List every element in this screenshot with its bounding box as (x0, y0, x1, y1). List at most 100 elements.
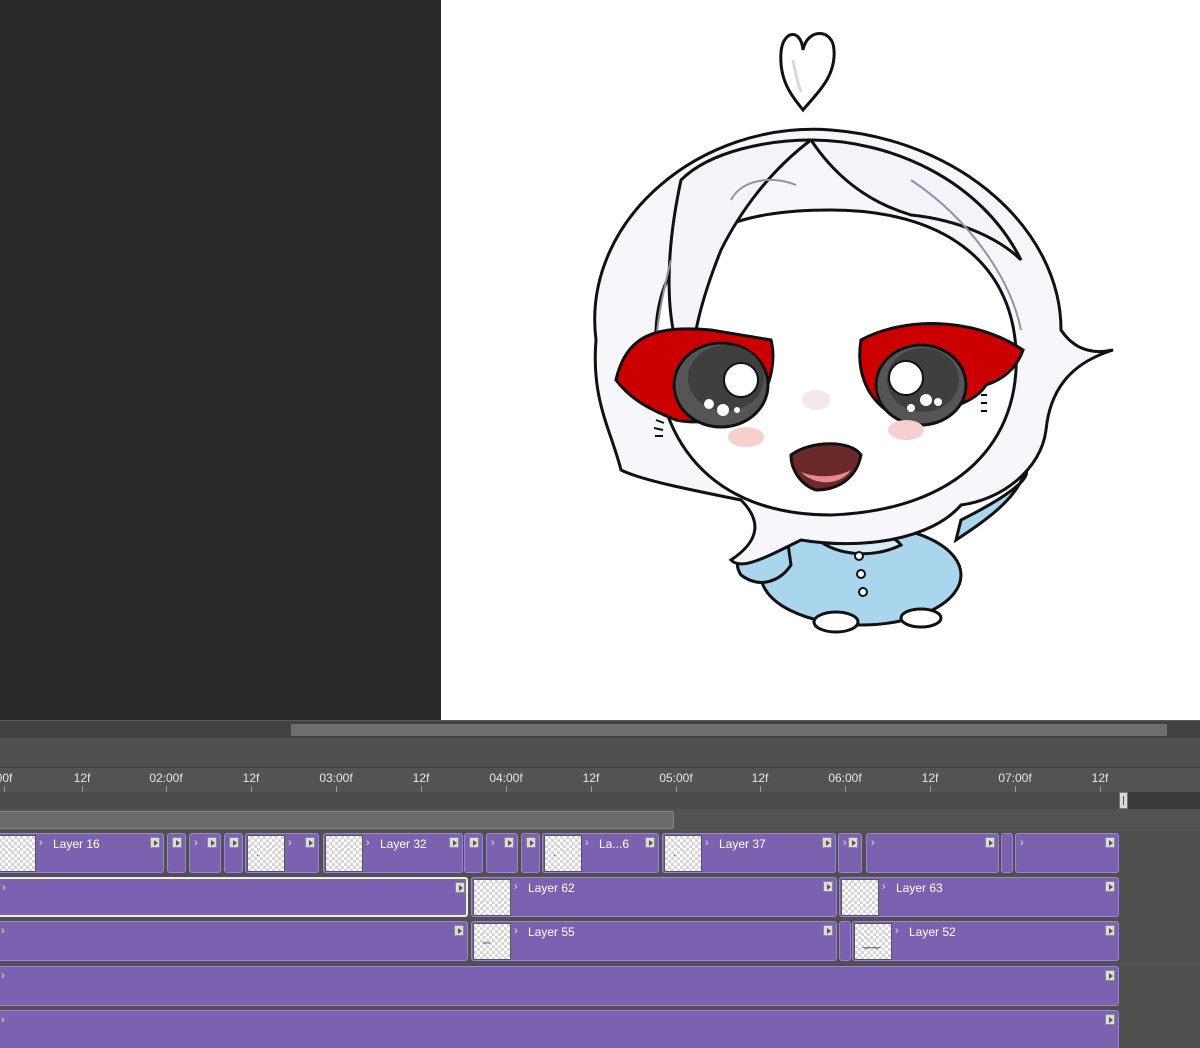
chevron-right-icon[interactable]: › (39, 837, 43, 849)
timeline-clip[interactable]: › (0, 1010, 1119, 1048)
clip-menu-icon[interactable] (822, 837, 832, 848)
chevron-right-icon[interactable]: › (288, 837, 292, 849)
timeline-clip[interactable]: · › Layer 37 (662, 833, 836, 873)
ruler-tick-label: 07:00f (998, 771, 1032, 785)
ruler-tick-label: 00f (0, 771, 13, 785)
ruler-tick-label: 12f (751, 771, 769, 785)
chevron-right-icon[interactable]: › (871, 837, 875, 849)
clip-menu-icon[interactable] (455, 882, 465, 893)
clip-menu-icon[interactable] (1105, 881, 1115, 892)
timeline-clip[interactable]: › (189, 833, 221, 873)
work-area (0, 809, 1200, 831)
clip-menu-icon[interactable] (526, 837, 536, 848)
chibi-character-artwork (593, 32, 1114, 634)
clip-menu-icon[interactable] (985, 837, 995, 848)
clip-thumbnail (841, 879, 879, 916)
photoshop-window: 00f 12f 02:00f 12f 03:00f 12f 04:00f 12f 05:00f 1… (0, 0, 1200, 1048)
document-canvas[interactable] (441, 0, 1200, 720)
timeline-clip[interactable]: › (838, 833, 862, 873)
ruler-tick-label: 12f (1091, 771, 1109, 785)
timeline-clip[interactable]: › (224, 833, 243, 873)
clip-menu-icon[interactable] (848, 837, 858, 848)
clip-thumbnail (473, 879, 511, 916)
chevron-right-icon[interactable]: › (895, 925, 899, 937)
timeline-clip[interactable]: › (521, 833, 540, 873)
clip-menu-icon[interactable] (1105, 1014, 1115, 1025)
chevron-right-icon[interactable]: › (2, 882, 6, 894)
timeline-clip[interactable]: › (0, 966, 1119, 1006)
heart-icon (779, 32, 836, 113)
clip-thumbnail (0, 835, 36, 872)
timeline-clip[interactable]: ‿ ‿ › Layer 52 (852, 921, 1119, 961)
ruler-tick-label: 05:00f (659, 771, 693, 785)
timeline-clip[interactable]: › (0, 921, 468, 961)
timeline-clip[interactable]: · › (245, 833, 319, 873)
clip-thumbnail: ‿ ‿ (854, 923, 892, 960)
clip-menu-icon[interactable] (1105, 925, 1115, 936)
clip-menu-icon[interactable] (1105, 837, 1115, 848)
clip-label: Layer 32 (380, 837, 427, 851)
timeline-clip[interactable]: › Layer 63 (839, 877, 1119, 917)
ruler-tick-label: 06:00f (828, 771, 862, 785)
timeline-clip[interactable]: › (167, 833, 186, 873)
clip-menu-icon[interactable] (1105, 970, 1115, 981)
clip-menu-icon[interactable] (150, 837, 160, 848)
scrollbar-thumb[interactable] (291, 724, 1167, 736)
chevron-right-icon[interactable]: › (1, 925, 5, 937)
clip-label: Layer 63 (896, 881, 943, 895)
clip-menu-icon[interactable] (504, 837, 514, 848)
clip-label: Layer 52 (909, 925, 956, 939)
chevron-right-icon[interactable]: › (366, 837, 370, 849)
timeline-clip[interactable]: › (0, 877, 468, 917)
chevron-right-icon[interactable]: › (843, 837, 847, 849)
chevron-right-icon[interactable]: › (585, 837, 589, 849)
chevron-right-icon[interactable]: › (194, 837, 198, 849)
clip-menu-icon[interactable] (823, 881, 833, 892)
clip-menu-icon[interactable] (449, 837, 459, 848)
chevron-right-icon[interactable]: › (1, 1014, 5, 1026)
clip-thumbnail: · (247, 835, 285, 872)
clip-menu-icon[interactable] (469, 837, 479, 848)
work-area-end-handle[interactable] (1119, 792, 1128, 809)
time-ruler[interactable]: 00f 12f 02:00f 12f 03:00f 12f 04:00f 12f 05:00f 1… (0, 768, 1200, 792)
chevron-right-icon[interactable]: › (514, 925, 518, 937)
clip-menu-icon[interactable] (207, 837, 217, 848)
timeline-clip[interactable]: ◦◦◦ › Layer 55 (471, 921, 837, 961)
timeline-clip[interactable]: · › La...6 (542, 833, 659, 873)
clip-menu-icon[interactable] (229, 837, 239, 848)
chevron-right-icon[interactable]: › (1020, 837, 1024, 849)
horizontal-scrollbar[interactable] (0, 720, 1200, 738)
clip-thumbnail (325, 835, 363, 872)
timeline-clip[interactable]: › (1015, 833, 1119, 873)
timeline-tracks: ›Layer 16›››·››Layer 32›››·›La...6·›Laye… (0, 831, 1200, 1048)
clip-label: Layer 37 (719, 837, 766, 851)
clip-menu-icon[interactable] (454, 925, 464, 936)
clip-label: Layer 16 (53, 837, 100, 851)
clip-menu-icon[interactable] (172, 837, 182, 848)
chevron-right-icon[interactable]: › (514, 881, 518, 893)
ruler-tick-label: 02:00f (149, 771, 183, 785)
timeline-clip[interactable]: › Layer 32 (323, 833, 463, 873)
document-workspace (0, 0, 1200, 720)
chevron-right-icon[interactable]: › (882, 881, 886, 893)
timeline-toolbar (0, 738, 1200, 768)
clip-label: La...6 (599, 837, 630, 851)
clip-menu-icon[interactable] (645, 837, 655, 848)
clip-menu-icon[interactable] (305, 837, 315, 848)
timeline-clip[interactable]: › Layer 62 (471, 877, 837, 917)
clip-menu-icon[interactable] (823, 925, 833, 936)
timeline-clip[interactable]: L...0 (1001, 833, 1013, 873)
chevron-right-icon[interactable]: › (1, 970, 5, 982)
work-area-bar[interactable] (0, 811, 674, 829)
timeline-clip[interactable]: › (486, 833, 518, 873)
ruler-strip (0, 792, 1200, 809)
ruler-tick-label: 12f (73, 771, 91, 785)
chevron-right-icon[interactable]: › (491, 837, 495, 849)
timeline-clip[interactable] (839, 921, 851, 961)
chevron-right-icon[interactable]: › (705, 837, 709, 849)
timeline-clip[interactable]: › Layer 16 (0, 833, 164, 873)
timeline-clip[interactable]: › (464, 833, 483, 873)
timeline-panel: 00f 12f 02:00f 12f 03:00f 12f 04:00f 12f 05:00f 1… (0, 738, 1200, 1048)
clip-thumbnail: · (664, 835, 702, 872)
timeline-clip[interactable]: › (866, 833, 999, 873)
